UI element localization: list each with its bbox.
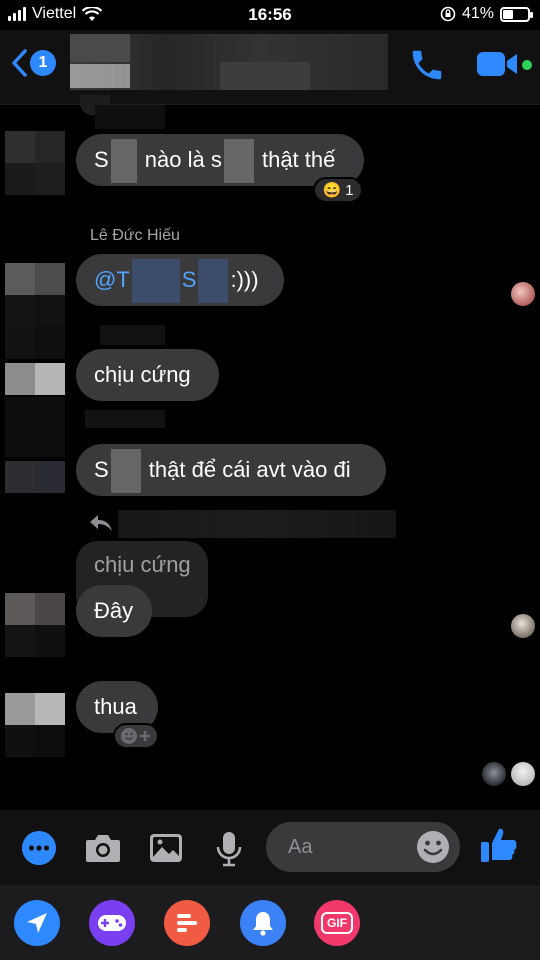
message-text: thua <box>94 694 137 719</box>
message-list[interactable]: S nào là s thật thế 😄 1 Lê Đức Hiếu @T S:… <box>0 95 540 810</box>
censored-text <box>131 259 180 304</box>
battery-icon <box>500 6 533 22</box>
voice-call-button[interactable] <box>408 46 446 89</box>
games-app[interactable] <box>89 900 135 946</box>
conversation-header: 1 <box>0 30 540 105</box>
status-right: 41% <box>440 5 533 23</box>
message-composer <box>0 810 540 885</box>
message-bubble[interactable]: S thật để cái avt vào đi <box>76 444 386 496</box>
message-text: S <box>94 147 109 172</box>
video-camera-icon <box>477 52 517 76</box>
camera-icon <box>86 835 120 862</box>
mention-text: S <box>181 267 197 292</box>
sender-avatar-blurred[interactable] <box>5 263 65 359</box>
phone-icon <box>412 50 442 80</box>
reaction-badge[interactable]: 😄 1 <box>313 177 363 203</box>
message-text: thật để cái avt vào đi <box>142 457 351 482</box>
message-bubble[interactable]: @T S:))) <box>76 254 284 306</box>
unread-count-badge: 1 <box>30 50 56 76</box>
censored-text <box>110 449 141 494</box>
message-bubble[interactable]: chịu cứng <box>76 349 219 401</box>
thumbs-up-icon <box>481 828 517 862</box>
blurred-content <box>85 410 165 428</box>
camera-button[interactable] <box>84 830 122 871</box>
replied-to-name-blurred <box>118 510 396 538</box>
laughing-emoji-icon: 😄 <box>322 182 342 199</box>
status-bar: Viettel 16:56 41% <box>0 0 540 30</box>
message-text: Đây <box>94 598 134 623</box>
sender-avatar-blurred[interactable] <box>5 693 65 757</box>
smiley-plus-icon <box>121 728 150 744</box>
seen-avatar <box>511 614 535 638</box>
rotation-lock-icon <box>440 6 456 22</box>
gif-icon: GIF <box>321 912 353 934</box>
contact-name-blurred[interactable] <box>70 34 388 90</box>
sender-avatar-blurred[interactable] <box>5 131 65 195</box>
add-reaction-button[interactable] <box>113 723 159 749</box>
sender-avatar-blurred[interactable] <box>5 461 65 493</box>
online-status-dot <box>522 60 532 70</box>
bell-icon <box>253 912 273 936</box>
sender-name: Lê Đức Hiếu <box>90 227 180 244</box>
censored-text <box>110 139 137 184</box>
mention-text: @T <box>94 267 130 292</box>
poll-bars-icon <box>177 914 197 932</box>
quoted-text: chịu cứng <box>94 552 191 577</box>
chevron-left-icon <box>12 49 27 77</box>
more-options-button[interactable] <box>21 830 57 871</box>
battery-percent: 41% <box>461 5 494 22</box>
reminders-app[interactable] <box>240 900 286 946</box>
voice-message-button[interactable] <box>214 830 244 873</box>
seen-avatar <box>511 282 535 306</box>
censored-text <box>198 259 229 304</box>
polls-app[interactable] <box>164 900 210 946</box>
message-text: S <box>94 457 109 482</box>
censored-text <box>223 139 254 184</box>
blurred-content <box>95 105 165 129</box>
location-arrow-icon <box>27 913 47 933</box>
video-call-button[interactable] <box>476 49 520 84</box>
reaction-count: 1 <box>345 181 354 199</box>
sender-avatar-blurred[interactable] <box>5 363 65 395</box>
apps-tray: GIF <box>0 885 540 960</box>
like-button[interactable] <box>478 824 520 871</box>
gif-app[interactable]: GIF <box>314 900 360 946</box>
message-text: nào là s <box>138 147 222 172</box>
send-location-app[interactable] <box>14 900 60 946</box>
microphone-icon <box>216 832 242 867</box>
message-bubble[interactable]: Đây <box>76 585 152 637</box>
blurred-content <box>100 325 165 345</box>
sender-avatar-blurred[interactable] <box>5 593 65 657</box>
message-text: :))) <box>230 267 259 292</box>
seen-avatar <box>482 762 506 786</box>
battery-fill <box>503 9 513 19</box>
reply-arrow-icon <box>90 515 112 531</box>
emoji-button[interactable] <box>416 830 450 869</box>
back-button[interactable]: 1 <box>10 48 56 78</box>
seen-avatar <box>511 762 535 786</box>
smiley-icon <box>417 831 449 863</box>
message-text: thật thế <box>255 147 336 172</box>
image-icon <box>150 834 182 862</box>
gamepad-icon <box>98 915 126 931</box>
blurred-content <box>5 397 65 457</box>
message-text: chịu cứng <box>94 362 191 387</box>
gallery-button[interactable] <box>148 830 184 871</box>
more-dots-icon <box>22 831 56 865</box>
